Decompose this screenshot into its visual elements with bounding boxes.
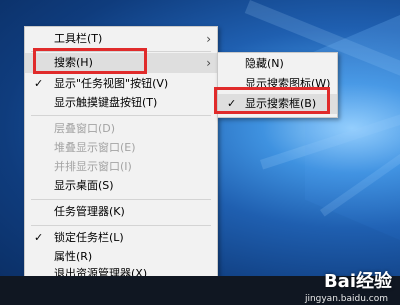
checkmark-icon: ✓ xyxy=(34,77,44,90)
windows-logo-wallpaper xyxy=(305,15,400,240)
menu-item-show-task-view-button[interactable]: ✓ 显示"任务视图"按钮(V) xyxy=(25,74,217,94)
chevron-right-icon: › xyxy=(206,32,211,46)
menu-item-label: 层叠窗口(D) xyxy=(54,122,116,135)
menu-item-task-manager[interactable]: 任务管理器(K) xyxy=(25,202,217,222)
menu-separator xyxy=(31,199,211,200)
annotation-highlight-box xyxy=(214,87,330,114)
menu-item-cascade-windows: 层叠窗口(D) xyxy=(25,119,217,139)
menu-item-label: 隐藏(N) xyxy=(245,57,284,70)
checkmark-icon: ✓ xyxy=(34,231,44,244)
watermark-url: jingyan.baidu.com xyxy=(304,294,388,304)
menu-item-label: 显示"任务视图"按钮(V) xyxy=(54,77,169,90)
submenu-item-hidden[interactable]: 隐藏(N) xyxy=(218,54,337,74)
menu-item-lock-taskbar[interactable]: ✓ 锁定任务栏(L) xyxy=(25,228,217,248)
menu-separator xyxy=(31,225,211,226)
menu-separator xyxy=(31,115,211,116)
menu-item-label: 工具栏(T) xyxy=(54,32,103,45)
chevron-right-icon: › xyxy=(206,56,211,70)
menu-item-label: 显示桌面(S) xyxy=(54,179,114,192)
menu-item-label: 属性(R) xyxy=(54,250,93,263)
menu-item-show-desktop[interactable]: 显示桌面(S) xyxy=(25,176,217,196)
menu-item-show-touch-keyboard[interactable]: 显示触摸键盘按钮(T) xyxy=(25,93,217,113)
baidu-jingyan-watermark: Bai经验 xyxy=(323,271,392,292)
menu-item-label: 锁定任务栏(L) xyxy=(54,231,124,244)
annotation-highlight-box xyxy=(33,48,147,74)
menu-item-toolbars[interactable]: 工具栏(T) › xyxy=(25,29,217,49)
menu-item-label: 任务管理器(K) xyxy=(54,205,125,218)
menu-item-properties[interactable]: 属性(R) xyxy=(25,247,217,267)
menu-item-label: 并排显示窗口(I) xyxy=(54,160,132,173)
menu-item-label: 显示触摸键盘按钮(T) xyxy=(54,96,158,109)
menu-item-label: 堆叠显示窗口(E) xyxy=(54,141,136,154)
menu-item-side-by-side-windows: 并排显示窗口(I) xyxy=(25,157,217,177)
menu-item-stack-windows: 堆叠显示窗口(E) xyxy=(25,138,217,158)
